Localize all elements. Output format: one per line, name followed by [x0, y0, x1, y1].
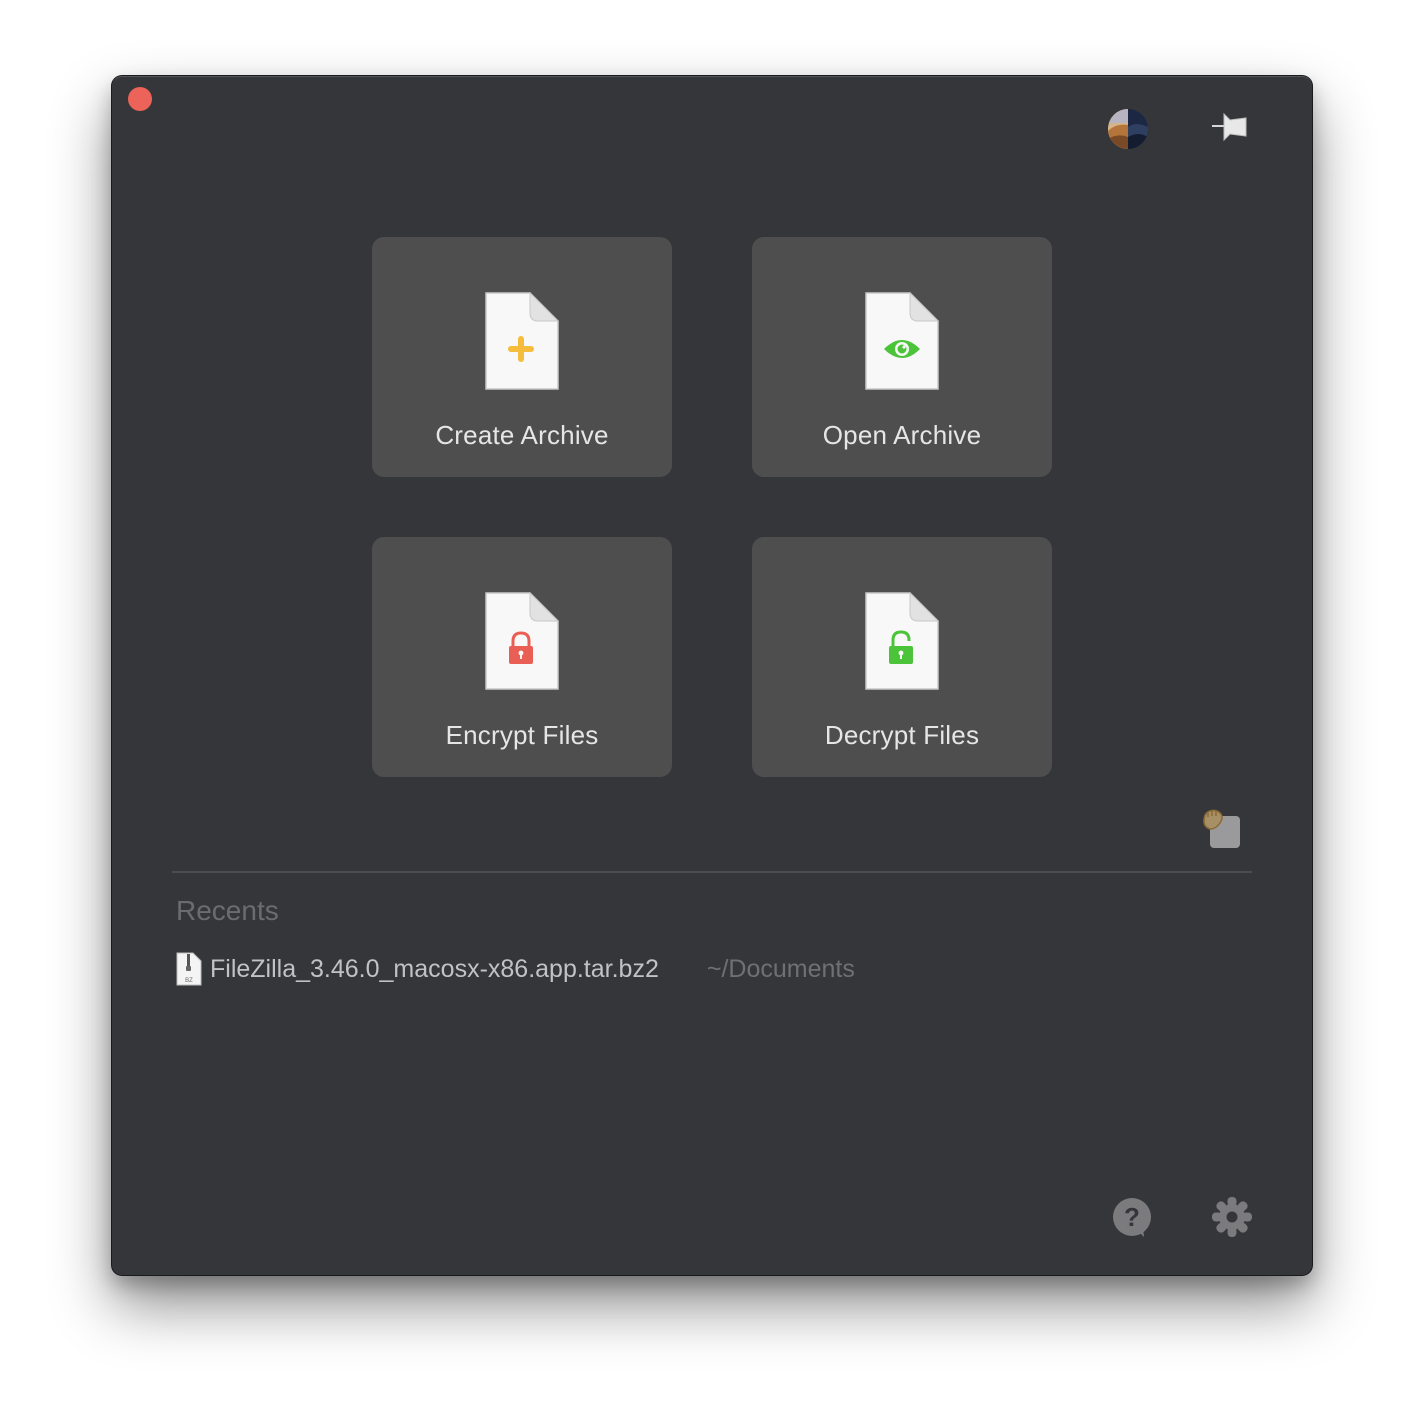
- decrypt-files-label: Decrypt Files: [824, 720, 980, 750]
- settings-button[interactable]: [1210, 1195, 1254, 1239]
- gear-icon: [1212, 1197, 1252, 1237]
- svg-text:?: ?: [1124, 1202, 1140, 1232]
- recent-file-name: FileZilla_3.46.0_macosx-x86.app.tar.bz2: [210, 954, 659, 983]
- recent-file-item[interactable]: BZ FileZilla_3.46.0_macosx-x86.app.tar.b…: [176, 949, 936, 989]
- encrypt-files-button[interactable]: Encrypt Files: [372, 537, 672, 777]
- archive-file-icon: BZ: [176, 952, 202, 986]
- pin-icon: [1212, 112, 1247, 142]
- help-button[interactable]: ?: [1110, 1197, 1154, 1241]
- main-window: Create Archive Open Archive Encrypt File…: [112, 76, 1312, 1275]
- action-grid: Create Archive Open Archive Encrypt File…: [372, 237, 1052, 777]
- create-archive-label: Create Archive: [435, 420, 609, 450]
- open-archive-label: Open Archive: [822, 420, 982, 450]
- encrypt-files-label: Encrypt Files: [445, 720, 599, 750]
- decrypt-files-button[interactable]: Decrypt Files: [752, 537, 1052, 777]
- pin-button[interactable]: [1212, 111, 1250, 145]
- document-unlock-icon: [865, 591, 940, 690]
- document-eye-icon: [865, 291, 940, 390]
- help-bubble-icon: ?: [1113, 1198, 1151, 1237]
- document-plus-icon: [485, 291, 560, 390]
- open-archive-button[interactable]: Open Archive: [752, 237, 1052, 477]
- close-button[interactable]: [128, 87, 152, 111]
- recent-file-path: ~/Documents: [706, 954, 855, 983]
- grab-hand-icon: [1203, 809, 1240, 848]
- avatar-image-icon: [1108, 109, 1148, 149]
- recents-title: Recents: [176, 895, 279, 926]
- document-lock-icon: [485, 591, 560, 690]
- svg-text:BZ: BZ: [185, 978, 193, 984]
- create-archive-button[interactable]: Create Archive: [372, 237, 672, 477]
- drag-drop-button[interactable]: [1200, 807, 1244, 851]
- divider: [172, 871, 1252, 873]
- avatar[interactable]: [1108, 109, 1148, 149]
